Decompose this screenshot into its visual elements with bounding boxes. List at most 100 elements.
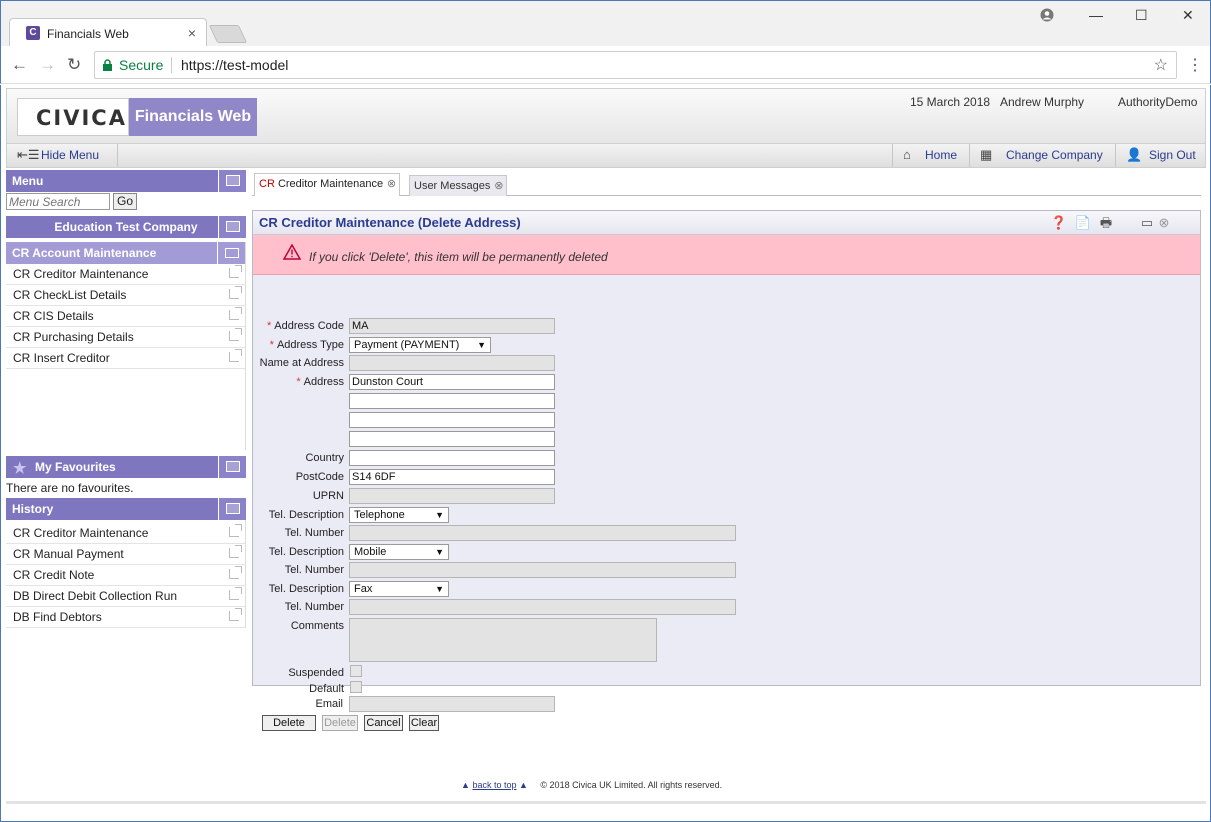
address-line-1-field[interactable]: Dunston Court	[349, 374, 555, 390]
history-item[interactable]: CR Credit Note	[6, 565, 245, 586]
label-address: * Address	[296, 376, 344, 388]
tel-number-field-3[interactable]	[349, 599, 736, 615]
history-header: History	[6, 498, 246, 520]
suspended-checkbox[interactable]	[350, 665, 362, 677]
up-arrow-icon: ▲	[518, 780, 528, 790]
address-line-3-field[interactable]	[349, 412, 555, 428]
history-item[interactable]: CR Creditor Maintenance	[6, 523, 245, 544]
forward-arrow-icon[interactable]: →	[39, 55, 56, 75]
external-link-icon[interactable]	[229, 265, 242, 278]
comments-textarea[interactable]	[349, 618, 657, 662]
home-button[interactable]: ⌂ Home	[893, 144, 965, 167]
bookmark-star-icon[interactable]: ☆	[1154, 55, 1168, 75]
external-link-icon[interactable]	[229, 286, 242, 299]
sign-out-label: Sign Out	[1149, 148, 1196, 162]
tel-description-select-1[interactable]: Telephone ▼	[349, 507, 449, 523]
sign-out-button[interactable]: 👤 Sign Out	[1116, 144, 1204, 167]
browser-tab[interactable]: C Financials Web ×	[9, 18, 207, 47]
delete-button[interactable]: Delete	[262, 715, 316, 731]
address-line-2-field[interactable]	[349, 393, 555, 409]
history-item-label: CR Credit Note	[13, 568, 95, 582]
hide-menu-button[interactable]: ⇤☰ Hide Menu	[7, 144, 107, 167]
history-item[interactable]: CR Manual Payment	[6, 544, 245, 565]
favourites-window-icon[interactable]	[218, 456, 246, 478]
label-postcode: PostCode	[295, 471, 344, 483]
account-icon[interactable]	[1040, 8, 1054, 22]
history-item[interactable]: DB Find Debtors	[6, 607, 245, 628]
close-panel-icon[interactable]: ⊗	[1155, 214, 1173, 232]
sidebar-item-cr-insert-creditor[interactable]: CR Insert Creditor	[6, 348, 245, 369]
omnibox[interactable]: Secure https://test-model ☆	[94, 51, 1177, 79]
country-field[interactable]	[349, 450, 555, 466]
tab-creditor-maintenance[interactable]: CR Creditor Maintenance ⊗	[254, 173, 401, 196]
tab-close-icon[interactable]: ×	[188, 25, 196, 41]
cancel-button[interactable]: Cancel	[364, 715, 403, 731]
tab-prefix: CR	[259, 178, 275, 190]
minimize-icon[interactable]: —	[1089, 7, 1103, 23]
home-label: Home	[925, 148, 958, 162]
omnibox-separator	[171, 57, 172, 73]
external-link-icon[interactable]	[229, 587, 242, 600]
url-text[interactable]: https://test-model	[181, 57, 288, 73]
external-link-icon[interactable]	[229, 545, 242, 558]
back-to-top-link[interactable]: back to top	[472, 780, 516, 790]
tab-user-messages[interactable]: User Messages ⊗	[409, 175, 508, 196]
external-link-icon[interactable]	[229, 566, 242, 579]
window-icon[interactable]: ▭	[1138, 214, 1156, 232]
menu-section-header[interactable]: CR Account Maintenance	[6, 242, 245, 264]
external-link-icon[interactable]	[229, 608, 242, 621]
app-viewport: CIVICA Financials Web 15 March 2018 Andr…	[0, 85, 1211, 822]
help-icon[interactable]: ❓	[1050, 214, 1068, 232]
tab-close-icon[interactable]: ⊗	[494, 176, 503, 196]
address-code-field[interactable]: MA	[349, 318, 555, 334]
menu-window-icon[interactable]	[218, 170, 246, 192]
history-item[interactable]: DB Direct Debit Collection Run	[6, 586, 245, 607]
sidebar-item-cr-purchasing-details[interactable]: CR Purchasing Details	[6, 327, 245, 348]
address-type-select[interactable]: Payment (PAYMENT) ▼	[349, 337, 491, 353]
clear-button[interactable]: Clear	[409, 715, 439, 731]
back-arrow-icon[interactable]: ←	[11, 55, 28, 75]
history-window-icon[interactable]	[218, 498, 246, 520]
external-link-icon[interactable]	[229, 349, 242, 362]
sidebar-item-label: CR Purchasing Details	[13, 330, 134, 344]
label-tel-description: Tel. Description	[268, 509, 344, 521]
uprn-field[interactable]	[349, 488, 555, 504]
section-up-icon[interactable]	[217, 242, 245, 264]
external-link-icon[interactable]	[229, 307, 242, 320]
tab-close-icon[interactable]: ⊗	[387, 174, 396, 194]
menu-title: Menu	[12, 174, 44, 188]
sidebar-item-cr-creditor-maintenance[interactable]: CR Creditor Maintenance	[6, 264, 245, 285]
company-header: Education Test Company	[6, 216, 246, 238]
tel-number-field-2[interactable]	[349, 562, 736, 578]
tel-description-select-3[interactable]: Fax ▼	[349, 581, 449, 597]
tel-description-select-2[interactable]: Mobile ▼	[349, 544, 449, 560]
reload-icon[interactable]: ↻	[67, 55, 81, 75]
name-at-address-field[interactable]	[349, 355, 555, 371]
external-link-icon[interactable]	[229, 524, 242, 537]
close-window-icon[interactable]: ✕	[1182, 7, 1194, 24]
change-company-button[interactable]: ▦ Change Company	[970, 144, 1111, 167]
menu-search-input[interactable]	[6, 193, 110, 210]
up-arrow-icon: ▲	[461, 780, 470, 790]
new-tab-button[interactable]	[208, 25, 248, 43]
company-window-icon[interactable]	[218, 216, 246, 238]
sidebar-item-cr-checklist-details[interactable]: CR CheckList Details	[6, 285, 245, 306]
external-link-icon[interactable]	[229, 328, 242, 341]
delete-disabled-button[interactable]: Delete	[322, 715, 358, 731]
go-button[interactable]: Go	[113, 193, 137, 210]
copyright-text: © 2018 Civica UK Limited. All rights res…	[540, 780, 723, 790]
warning-text: If you click 'Delete', this item will be…	[309, 250, 608, 264]
header-user: Andrew Murphy	[1000, 95, 1085, 109]
address-line-4-field[interactable]	[349, 431, 555, 447]
postcode-field[interactable]: S14 6DF	[349, 469, 555, 485]
tel-number-field-1[interactable]	[349, 525, 736, 541]
email-field[interactable]	[349, 696, 555, 712]
change-company-label: Change Company	[1006, 148, 1103, 162]
maximize-icon[interactable]: ☐	[1135, 7, 1148, 24]
form-title: CR Creditor Maintenance (Delete Address)	[259, 215, 521, 230]
sidebar-item-cr-cis-details[interactable]: CR CIS Details	[6, 306, 245, 327]
print-icon[interactable]: 🖶	[1097, 214, 1115, 232]
export-icon[interactable]: 📄	[1074, 214, 1092, 232]
default-checkbox[interactable]	[350, 681, 362, 693]
browser-menu-icon[interactable]: ⋮	[1187, 55, 1203, 75]
